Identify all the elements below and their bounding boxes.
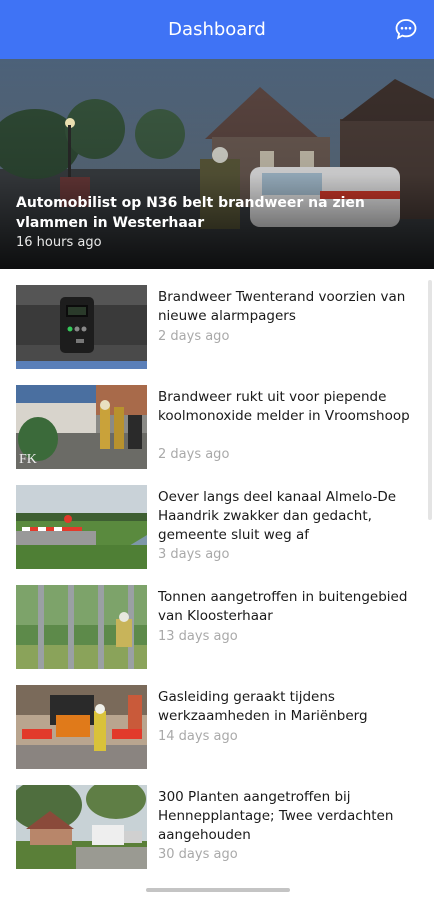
scrollbar[interactable] bbox=[428, 280, 432, 520]
svg-text:FK: FK bbox=[19, 452, 37, 467]
featured-article-time: 16 hours ago bbox=[16, 235, 102, 250]
list-item[interactable]: 300 Planten aangetroffen bij Hennepplant… bbox=[0, 769, 434, 869]
featured-article-title: Automobilist op N36 belt brandweer na zi… bbox=[16, 195, 365, 231]
article-title: 300 Planten aangetroffen bij Hennepplant… bbox=[158, 789, 394, 843]
article-thumbnail bbox=[16, 485, 147, 569]
article-time: 30 days ago bbox=[158, 847, 238, 862]
article-title: Brandweer Twenterand voorzien van nieuwe… bbox=[158, 289, 406, 324]
article-time: 3 days ago bbox=[158, 547, 230, 562]
article-time: 2 days ago bbox=[158, 447, 230, 462]
article-thumbnail bbox=[16, 785, 147, 869]
page-title: Dashboard bbox=[168, 19, 266, 40]
article-time: 2 days ago bbox=[158, 329, 230, 344]
article-title: Tonnen aangetroffen in buitengebied van … bbox=[158, 589, 408, 624]
article-title: Gasleiding geraakt tijdens werkzaamheden… bbox=[158, 689, 368, 724]
article-title: Oever langs deel kanaal Almelo-De Haandr… bbox=[158, 489, 397, 543]
chat-bubble-icon[interactable] bbox=[394, 17, 418, 41]
list-item[interactable]: Brandweer Twenterand voorzien van nieuwe… bbox=[0, 269, 434, 369]
article-thumbnail bbox=[16, 585, 147, 669]
list-item[interactable]: Gasleiding geraakt tijdens werkzaamheden… bbox=[0, 669, 434, 769]
article-time: 13 days ago bbox=[158, 629, 238, 644]
article-title: Brandweer rukt uit voor piepende koolmon… bbox=[158, 389, 410, 424]
article-time: 14 days ago bbox=[158, 729, 238, 744]
list-item[interactable]: FK Brandweer rukt uit voor piepende kool… bbox=[0, 369, 434, 469]
article-thumbnail: FK bbox=[16, 385, 147, 469]
app-bar: Dashboard bbox=[0, 0, 434, 59]
home-indicator[interactable] bbox=[146, 888, 290, 892]
list-item[interactable]: Tonnen aangetroffen in buitengebied van … bbox=[0, 569, 434, 669]
article-thumbnail bbox=[16, 285, 147, 369]
featured-article[interactable]: Automobilist op N36 belt brandweer na zi… bbox=[0, 59, 434, 269]
list-item[interactable]: Oever langs deel kanaal Almelo-De Haandr… bbox=[0, 469, 434, 569]
article-thumbnail bbox=[16, 685, 147, 769]
